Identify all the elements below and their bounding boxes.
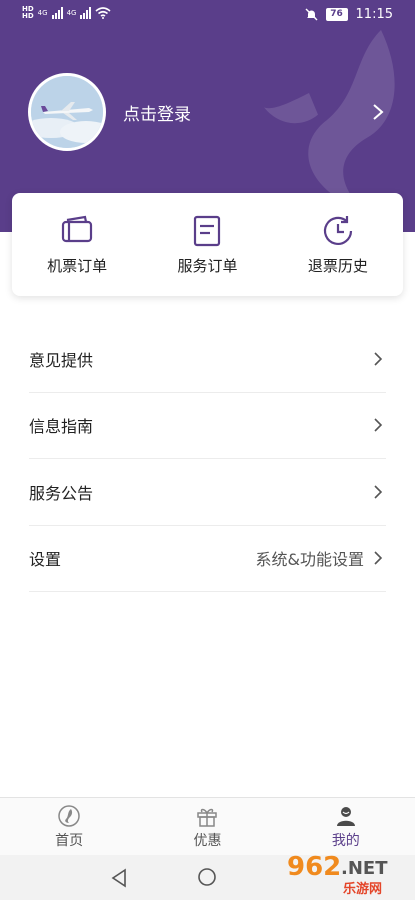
refund-history-button[interactable]: 退票历史 xyxy=(273,193,403,296)
service-orders-label: 服务订单 xyxy=(177,257,238,275)
refund-history-label: 退票历史 xyxy=(307,257,368,275)
menu-item-label: 设置 xyxy=(29,550,62,570)
menu-item-label: 意见提供 xyxy=(29,350,94,370)
tab-mine[interactable]: 我的 xyxy=(277,798,415,855)
quick-actions-card: 机票订单 服务订单 退票历史 xyxy=(12,193,403,296)
login-label[interactable]: 点击登录 xyxy=(123,100,368,125)
home-logo-icon xyxy=(58,804,80,827)
hd-icon: HD HD xyxy=(22,5,34,20)
menu-item-settings[interactable]: 设置 系统&功能设置 xyxy=(29,526,386,592)
home-circle-icon[interactable] xyxy=(197,867,217,887)
history-clock-icon xyxy=(323,216,352,245)
menu-item-label: 信息指南 xyxy=(29,417,94,437)
tab-offers[interactable]: 优惠 xyxy=(138,798,276,855)
settings-menu-list: 意见提供 信息指南 服务公告 设置 系统&功能设置 xyxy=(29,326,386,592)
login-row[interactable]: 点击登录 xyxy=(28,72,388,152)
mute-bell-icon xyxy=(305,8,318,21)
flight-orders-button[interactable]: 机票订单 xyxy=(12,193,142,296)
watermark-text: 乐游网 xyxy=(343,882,383,897)
ticket-icon xyxy=(62,215,93,243)
chevron-right-icon xyxy=(374,418,383,432)
menu-item-label: 服务公告 xyxy=(29,483,94,503)
wifi-icon xyxy=(95,7,111,19)
network-label-1: 4G xyxy=(37,9,48,17)
tab-label: 首页 xyxy=(55,832,84,849)
menu-item-guide[interactable]: 信息指南 xyxy=(29,393,386,459)
signal-icon-2 xyxy=(80,7,92,19)
flight-orders-label: 机票订单 xyxy=(47,257,108,275)
avatar[interactable] xyxy=(28,73,106,151)
watermark-number: 962 xyxy=(287,852,342,882)
bottom-tab-bar: 首页 优惠 我的 xyxy=(0,797,415,855)
airplane-avatar-image xyxy=(31,76,103,148)
site-watermark: 962 .NET 乐游网 xyxy=(279,852,411,898)
battery-indicator: 76 xyxy=(325,8,348,21)
chevron-right-icon xyxy=(374,551,383,565)
settings-value: 系统&功能设置 xyxy=(255,550,364,570)
back-triangle-icon[interactable] xyxy=(110,868,128,888)
status-bar: HD HD 4G 4G 76 11:15 xyxy=(0,0,415,32)
gift-icon xyxy=(197,808,218,827)
chevron-right-icon xyxy=(374,485,383,499)
clock: 11:15 xyxy=(355,7,393,22)
chevron-right-icon[interactable] xyxy=(368,102,388,122)
document-icon xyxy=(194,215,221,247)
menu-item-notice[interactable]: 服务公告 xyxy=(29,459,386,526)
tab-label: 优惠 xyxy=(193,832,222,849)
network-label-2: 4G xyxy=(66,9,77,17)
signal-icon xyxy=(51,7,63,19)
tab-label: 我的 xyxy=(331,832,360,849)
watermark-suffix: .NET xyxy=(341,858,388,879)
user-icon xyxy=(336,806,355,826)
menu-item-feedback[interactable]: 意见提供 xyxy=(29,326,386,393)
chevron-right-icon xyxy=(374,352,383,366)
service-orders-button[interactable]: 服务订单 xyxy=(142,193,272,296)
tab-home[interactable]: 首页 xyxy=(0,798,138,855)
